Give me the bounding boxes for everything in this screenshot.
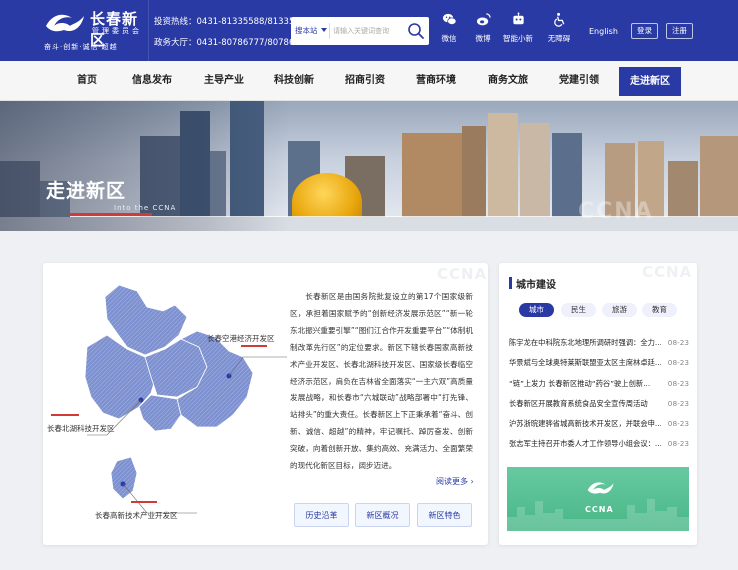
news-title: “链”上发力 长春新区推动“药谷”驶上创新... (509, 379, 651, 388)
news-date: 08-23 (667, 439, 689, 448)
nav-item-business-env[interactable]: 营商环境 (416, 61, 456, 101)
map-region-hightech (110, 456, 138, 500)
overview-button[interactable]: 新区概况 (355, 503, 410, 527)
building (520, 123, 550, 231)
assistant-label: 智能小新 (503, 34, 533, 43)
accessibility-label: 无障碍 (547, 34, 571, 43)
language-english-link[interactable]: English (589, 27, 618, 36)
register-button[interactable]: 注册 (666, 23, 693, 39)
main-nav: 首页 信息发布 主导产业 科技创新 招商引资 营商环境 商务文旅 党建引领 走进… (0, 61, 738, 101)
hero-banner: 走进新区 Into the CCNA CCNA (0, 101, 738, 231)
nav-item-party-building[interactable]: 党建引领 (559, 61, 599, 101)
weibo-label: 微博 (475, 34, 491, 43)
chevron-down-icon (321, 28, 327, 32)
news-date: 08-23 (667, 358, 689, 367)
search-input[interactable] (333, 22, 403, 40)
nav-item-news[interactable]: 信息发布 (132, 61, 172, 101)
section-title-bar (509, 277, 512, 289)
news-title: 张志军主持召开市委人才工作领导小组会议：... (509, 439, 661, 448)
login-button[interactable]: 登录 (631, 23, 658, 39)
tab-tourism[interactable]: 旅游 (602, 303, 637, 317)
map-label-airport-zone: 长春空港经济开发区 (207, 334, 275, 343)
map-region-south (138, 394, 182, 432)
weibo-link[interactable]: 微博 (463, 12, 503, 52)
tab-city[interactable]: 城市 (519, 303, 554, 317)
building (488, 113, 518, 231)
robot-icon (512, 12, 524, 25)
nav-item-culture-tourism[interactable]: 商务文旅 (488, 61, 528, 101)
news-item[interactable]: 陈宇龙在中科院东北地理所调研时强调：全力... 08-23 (509, 338, 689, 352)
nav-item-investment[interactable]: 招商引资 (345, 61, 385, 101)
features-button[interactable]: 新区特色 (417, 503, 472, 527)
news-item[interactable]: 长春新区开展教育系统食品安全宣传周活动 08-23 (509, 399, 689, 413)
card-watermark: CCNA (642, 263, 693, 281)
search-scope-select[interactable]: 搜本站 (295, 25, 318, 36)
site-logo[interactable]: 长春新区 管理委员会 奋斗·创新·诚信·超越 (42, 6, 146, 56)
news-item[interactable]: 沪苏浙晥建骅省城高新技术开发区，并联会申... 08-23 (509, 419, 689, 433)
ccna-logo-icon (587, 482, 614, 494)
news-item[interactable]: 张志军主持召开市委人才工作领导小组会议：... 08-23 (509, 439, 689, 453)
site-header: 长春新区 管理委员会 奋斗·创新·诚信·超越 投资热线：0431-8133558… (0, 0, 738, 61)
banner-subtitle: Into the CCNA (114, 204, 177, 212)
map-label-accent (241, 345, 267, 347)
weibo-icon (476, 13, 491, 26)
news-title: 陈宇龙在中科院东北地理所调研时强调：全力... (509, 338, 661, 347)
news-title: 华景斌与全球奥特莱斯联盟亚太区主席林卓廷... (509, 358, 661, 367)
read-more-link[interactable]: 阅读更多 › (436, 476, 474, 487)
header-divider (148, 0, 149, 61)
map-label-accent (131, 501, 157, 503)
nav-item-home[interactable]: 首页 (77, 61, 97, 101)
map-label-beihu-zone: 长春北湖科技开发区 (47, 424, 115, 433)
banner-watermark: CCNA (578, 199, 654, 224)
news-item[interactable]: “链”上发力 长春新区推动“药谷”驶上创新... 08-23 (509, 379, 689, 393)
district-intro-card: CCNA 长春空港经济开发区 长春北湖科技开发区 长春高新技术产业开发区 长春新… (43, 263, 488, 545)
news-title: 沪苏浙晥建骅省城高新技术开发区，并联会申... (509, 419, 661, 428)
assistant-link[interactable]: 智能小新 (498, 12, 538, 52)
district-intro-text: 长春新区是由国务院批复设立的第17个国家级新区，承担着国家赋予的“创新经济发展示… (290, 292, 473, 471)
news-item[interactable]: 华景斌与全球奥特莱斯联盟亚太区主席林卓廷... 08-23 (509, 358, 689, 372)
history-button[interactable]: 历史沿革 (294, 503, 349, 527)
wechat-icon (442, 13, 456, 25)
map-label-hightech-zone: 长春高新技术产业开发区 (95, 511, 178, 520)
search-box: 搜本站 (291, 17, 429, 45)
tab-education[interactable]: 教育 (642, 303, 677, 317)
promo-caption: CCNA (585, 505, 614, 514)
district-map (84, 284, 287, 514)
investment-hotline: 投资热线：0431-81335588/81335602 (154, 17, 311, 27)
nav-item-about-district[interactable]: 走进新区 (619, 67, 681, 96)
search-separator (329, 23, 330, 39)
accessibility-link[interactable]: 无障碍 (539, 12, 579, 52)
service-hall-phone: 政务大厅：0431-80786777/80786999 (154, 38, 311, 48)
logo-subtitle: 管理委员会 (92, 27, 142, 35)
promo-image[interactable]: CCNA (507, 467, 689, 531)
card-watermark: CCNA (437, 265, 488, 283)
city-construction-card: CCNA 城市建设 城市 民生 旅游 教育 陈宇龙在中科院东北地理所调研时强调：… (499, 263, 697, 545)
logo-mark-icon (46, 14, 84, 32)
banner-title: 走进新区 (46, 180, 127, 202)
news-date: 08-23 (667, 379, 689, 388)
news-date: 08-23 (667, 338, 689, 347)
news-date: 08-23 (667, 399, 689, 408)
news-date: 08-23 (667, 419, 689, 428)
section-title: 城市建设 (516, 280, 556, 291)
logo-slogan: 奋斗·创新·诚信·超越 (44, 43, 118, 51)
accessibility-icon (553, 12, 564, 27)
news-title: 长春新区开展教育系统食品安全宣传周活动 (509, 399, 648, 408)
nav-item-innovation[interactable]: 科技创新 (274, 61, 314, 101)
tab-livelihood[interactable]: 民生 (561, 303, 596, 317)
nav-item-industry[interactable]: 主导产业 (204, 61, 244, 101)
map-label-accent (51, 414, 79, 416)
search-icon[interactable] (407, 22, 425, 40)
